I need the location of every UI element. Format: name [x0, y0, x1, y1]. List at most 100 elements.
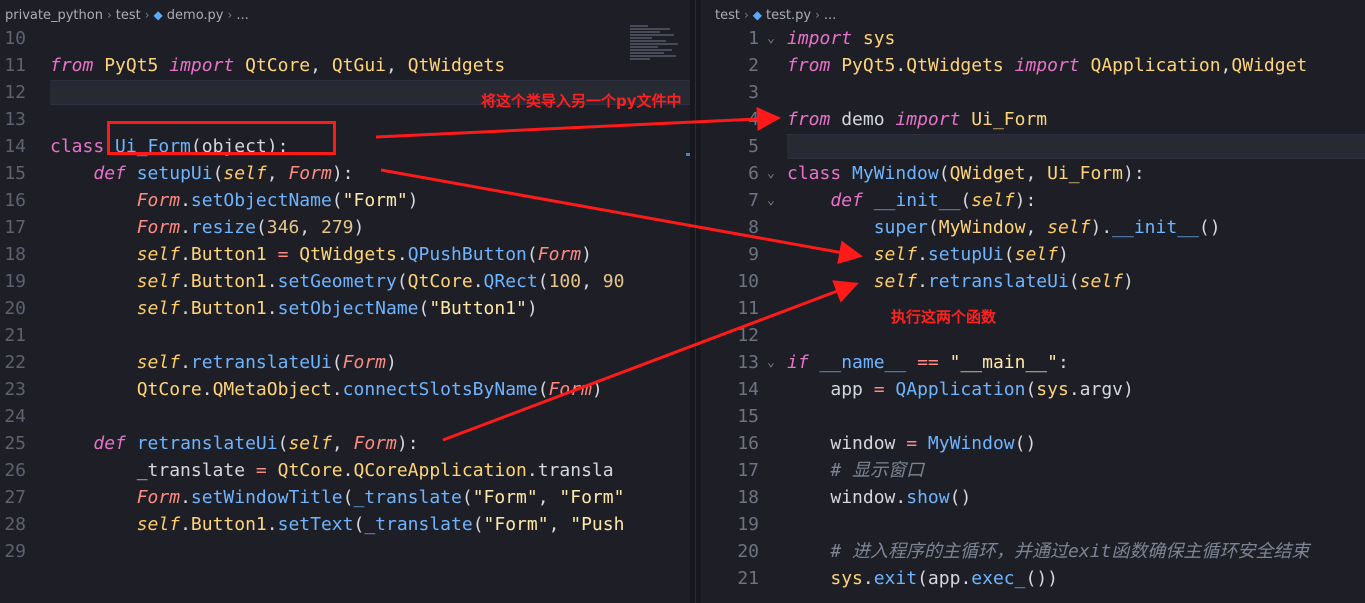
code-text: Form.setObjectName("Form"): [136, 190, 419, 211]
breadcrumb-symbols[interactable]: ...: [824, 8, 836, 23]
code-line[interactable]: 4 from demo import Ui_Form: [701, 106, 1365, 133]
breadcrumb-file-test-py[interactable]: test.py: [766, 8, 811, 23]
code-text: # 显示窗口: [830, 460, 925, 481]
code-line[interactable]: 20 # 进入程序的主循环，并通过exit函数确保主循环安全结束: [701, 538, 1365, 565]
code-text: Form.resize(346, 279): [136, 217, 365, 238]
fold-chevron-icon[interactable]: ⌄: [767, 160, 775, 187]
code-line[interactable]: 25 def retranslateUi(self, Form):: [0, 430, 690, 457]
code-line[interactable]: 11: [701, 295, 1365, 322]
code-line[interactable]: 27 Form.setWindowTitle(_translate("Form"…: [0, 484, 690, 511]
code-line[interactable]: 21 sys.exit(app.exec_()): [701, 565, 1365, 592]
line-number: 26: [4, 460, 26, 481]
code-line[interactable]: 17 # 显示窗口: [701, 457, 1365, 484]
code-text: self.retranslateUi(self): [873, 271, 1134, 292]
fold-chevron-icon[interactable]: ⌄: [767, 187, 775, 214]
fold-chevron-icon[interactable]: ⌄: [767, 25, 775, 52]
code-line[interactable]: 1 ⌄ import sys: [701, 25, 1365, 52]
code-line[interactable]: 20 self.Button1.setObjectName("Button1"): [0, 295, 690, 322]
line-number: 23: [4, 379, 26, 400]
minimap[interactable]: [630, 24, 686, 86]
annotation-execute-note: 执行这两个函数: [891, 308, 997, 326]
breadcrumb-file-demo-py[interactable]: demo.py: [167, 8, 224, 23]
breadcrumb-folder-test[interactable]: test: [715, 8, 740, 23]
line-number: 3: [748, 82, 759, 103]
line-number: 22: [4, 352, 26, 373]
line-number: 4: [748, 109, 759, 130]
code-line[interactable]: 14 class Ui_Form(object):: [0, 133, 690, 160]
code-line[interactable]: 9 self.setupUi(self): [701, 241, 1365, 268]
code-line[interactable]: 23 QtCore.QMetaObject.connectSlotsByName…: [0, 376, 690, 403]
code-text: self.Button1 = QtWidgets.QPushButton(For…: [136, 244, 592, 265]
code-line[interactable]: 22 self.retranslateUi(Form): [0, 349, 690, 376]
code-line[interactable]: 2 from PyQt5.QtWidgets import QApplicatio…: [701, 52, 1365, 79]
code-text: self.Button1.setText(_translate("Form", …: [136, 514, 625, 535]
breadcrumb-folder-test[interactable]: test: [116, 8, 141, 23]
line-number: 7: [748, 190, 759, 211]
ui-form-highlight-box: [107, 121, 336, 155]
line-number: 20: [737, 541, 759, 562]
line-number: 28: [4, 514, 26, 535]
breadcrumb-folder-private-python[interactable]: private_python: [5, 8, 103, 23]
code-line[interactable]: 29: [0, 538, 690, 565]
code-line[interactable]: 28 self.Button1.setText(_translate("Form…: [0, 511, 690, 538]
line-number: 19: [4, 271, 26, 292]
code-line[interactable]: 12: [701, 322, 1365, 349]
code-text: if __name__ == "__main__":: [787, 352, 1069, 373]
line-number: 20: [4, 298, 26, 319]
code-line[interactable]: 10 self.retranslateUi(self): [701, 268, 1365, 295]
code-text: import sys: [787, 28, 896, 49]
code-line[interactable]: 18 self.Button1 = QtWidgets.QPushButton(…: [0, 241, 690, 268]
code-line[interactable]: 11 from PyQt5 import QtCore, QtGui, QtWid…: [0, 52, 690, 79]
line-number: 10: [4, 28, 26, 49]
code-line[interactable]: 14 app = QApplication(sys.argv): [701, 376, 1365, 403]
line-number: 16: [737, 433, 759, 454]
code-line[interactable]: 26 _translate = QtCore.QCoreApplication.…: [0, 457, 690, 484]
code-text: self.Button1.setObjectName("Button1"): [136, 298, 538, 319]
code-line[interactable]: 18 window.show(): [701, 484, 1365, 511]
code-line[interactable]: 16 window = MyWindow(): [701, 430, 1365, 457]
code-text: from PyQt5.QtWidgets import QApplication…: [787, 55, 1308, 76]
code-line[interactable]: 19: [701, 511, 1365, 538]
code-line[interactable]: 7 ⌄ def __init__(self):: [701, 187, 1365, 214]
code-line[interactable]: 8 super(MyWindow, self).__init__(): [701, 214, 1365, 241]
code-text: # 进入程序的主循环，并通过exit函数确保主循环安全结束: [830, 541, 1310, 562]
code-text: window.show(): [830, 487, 972, 508]
code-text: _translate = QtCore.QCoreApplication.tra…: [136, 460, 614, 481]
line-number: 8: [748, 217, 759, 238]
right-code-area[interactable]: 1 ⌄ import sys 2 from PyQt5.QtWidgets import…: [701, 25, 1365, 592]
code-line[interactable]: 21: [0, 322, 690, 349]
code-line[interactable]: 24: [0, 403, 690, 430]
code-line[interactable]: 15 def setupUi(self, Form):: [0, 160, 690, 187]
code-text: self.Button1.setGeometry(QtCore.QRect(10…: [136, 271, 625, 292]
line-number: 21: [737, 568, 759, 589]
line-number: 16: [4, 190, 26, 211]
line-number: 27: [4, 487, 26, 508]
line-number: 9: [748, 244, 759, 265]
fold-chevron-icon[interactable]: ⌄: [767, 349, 775, 376]
code-text: QtCore.QMetaObject.connectSlotsByName(Fo…: [136, 379, 603, 400]
line-number: 2: [748, 55, 759, 76]
code-line[interactable]: 16 Form.setObjectName("Form"): [0, 187, 690, 214]
code-line[interactable]: 13 ⌄ if __name__ == "__main__":: [701, 349, 1365, 376]
code-line[interactable]: 3: [701, 79, 1365, 106]
chevron-right-icon: ›: [106, 8, 112, 22]
chevron-right-icon: ›: [144, 8, 150, 22]
line-number: 12: [737, 325, 759, 346]
breadcrumb-symbols[interactable]: ...: [236, 8, 248, 23]
code-text: super(MyWindow, self).__init__(): [873, 217, 1221, 238]
code-line[interactable]: 6 ⌄ class MyWindow(QWidget, Ui_Form):: [701, 160, 1365, 187]
line-number: 29: [4, 541, 26, 562]
chevron-right-icon: ›: [743, 8, 749, 22]
code-line[interactable]: 17 Form.resize(346, 279): [0, 214, 690, 241]
code-line[interactable]: 10: [0, 25, 690, 52]
code-text: def retranslateUi(self, Form):: [93, 433, 419, 454]
editor-split-divider[interactable]: [690, 0, 701, 603]
line-number: 17: [4, 217, 26, 238]
code-line[interactable]: 19 self.Button1.setGeometry(QtCore.QRect…: [0, 268, 690, 295]
code-line[interactable]: 15: [701, 403, 1365, 430]
line-number: 18: [737, 487, 759, 508]
code-line[interactable]: 5: [701, 133, 1365, 160]
line-number: 15: [737, 406, 759, 427]
right-editor-pane[interactable]: test › ◆ test.py › ... 1 ⌄ import sys 2 from…: [701, 0, 1365, 603]
line-number: 21: [4, 325, 26, 346]
